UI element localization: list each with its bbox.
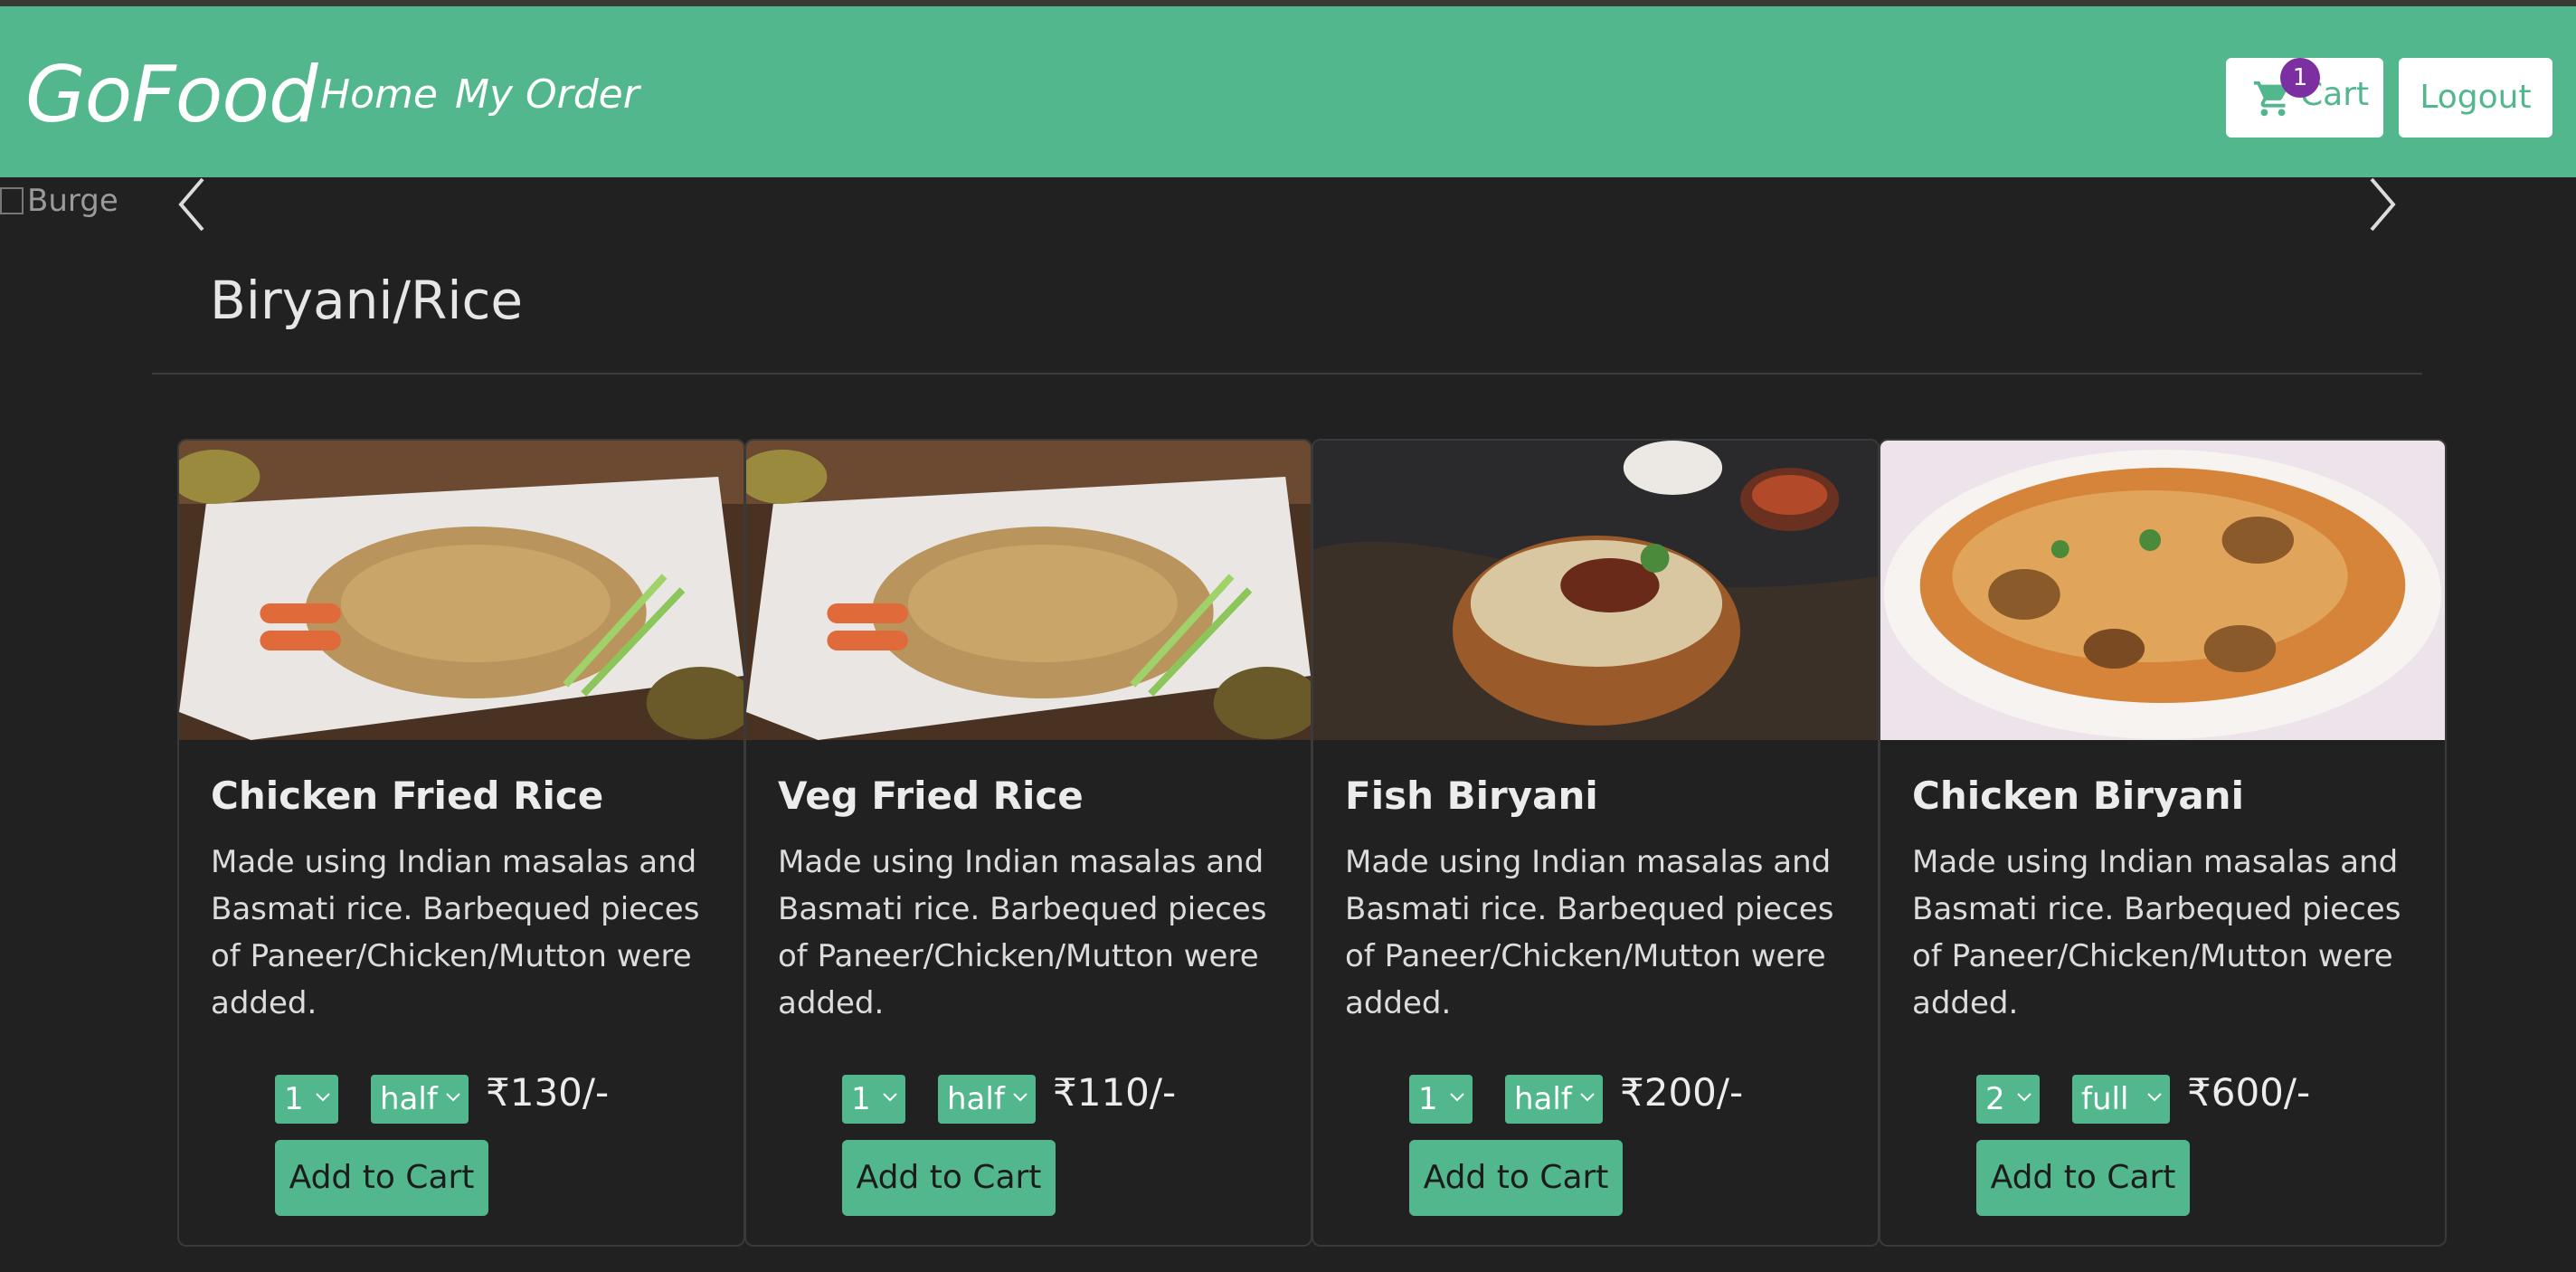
chevron-down-icon bbox=[2017, 1093, 2031, 1102]
quantity-value: 1 bbox=[1418, 1081, 1438, 1117]
quantity-value: 2 bbox=[1985, 1081, 2005, 1117]
cart-count-badge: 1 bbox=[2280, 58, 2320, 98]
food-card: Chicken Fried Rice Made using Indian mas… bbox=[177, 439, 745, 1247]
food-price: ₹110/- bbox=[1053, 1070, 1177, 1115]
navbar: GoFood Home My Order Cart 1 Logout bbox=[0, 6, 2576, 177]
chevron-down-icon bbox=[446, 1093, 460, 1102]
size-value: half bbox=[380, 1081, 438, 1117]
carousel-image-alt: Burge bbox=[27, 183, 118, 219]
food-image-fish-biryani bbox=[1313, 441, 1878, 740]
chevron-down-icon bbox=[316, 1093, 330, 1102]
add-to-cart-button[interactable]: Add to Cart bbox=[1409, 1140, 1623, 1216]
quantity-value: 1 bbox=[284, 1081, 304, 1117]
chevron-down-icon bbox=[1013, 1093, 1028, 1102]
food-name: Fish Biryani bbox=[1345, 774, 1598, 818]
quantity-select[interactable]: 1 bbox=[842, 1075, 905, 1124]
food-name: Chicken Biryani bbox=[1912, 774, 2244, 818]
size-value: full bbox=[2081, 1081, 2129, 1117]
chevron-left-icon[interactable] bbox=[168, 170, 217, 239]
nav-link-my-order[interactable]: My Order bbox=[455, 71, 639, 118]
category-title: Biryani/Rice bbox=[210, 270, 524, 331]
food-price: ₹200/- bbox=[1620, 1070, 1744, 1115]
food-description: Made using Indian masalas and Basmati ri… bbox=[211, 844, 700, 1021]
cart-button[interactable]: Cart 1 bbox=[2226, 58, 2383, 138]
size-select[interactable]: half bbox=[371, 1075, 469, 1124]
food-image-chicken-biryani bbox=[1880, 441, 2445, 740]
broken-image-icon bbox=[0, 187, 24, 214]
add-to-cart-button[interactable]: Add to Cart bbox=[275, 1140, 488, 1216]
food-name: Chicken Fried Rice bbox=[211, 774, 604, 818]
window-top-border bbox=[0, 0, 2576, 6]
food-image-chicken-fried-rice bbox=[179, 441, 743, 740]
food-card: Chicken Biryani Made using Indian masala… bbox=[1879, 439, 2447, 1247]
carousel-image-broken: Burge bbox=[0, 183, 118, 219]
food-card: Fish Biryani Made using Indian masalas a… bbox=[1312, 439, 1880, 1247]
size-select[interactable]: full bbox=[2072, 1075, 2170, 1124]
food-name: Veg Fried Rice bbox=[778, 774, 1084, 818]
chevron-down-icon bbox=[1580, 1093, 1595, 1102]
chevron-down-icon bbox=[2147, 1093, 2162, 1102]
quantity-select[interactable]: 1 bbox=[1409, 1075, 1473, 1124]
chevron-down-icon bbox=[883, 1093, 897, 1102]
food-card: Veg Fried Rice Made using Indian masalas… bbox=[744, 439, 1312, 1247]
add-to-cart-button[interactable]: Add to Cart bbox=[1976, 1140, 2190, 1216]
chevron-down-icon bbox=[1450, 1093, 1464, 1102]
size-value: half bbox=[947, 1081, 1005, 1117]
food-image-veg-fried-rice bbox=[746, 441, 1311, 740]
brand-logo[interactable]: GoFood bbox=[25, 50, 318, 140]
size-select[interactable]: half bbox=[938, 1075, 1036, 1124]
food-description: Made using Indian masalas and Basmati ri… bbox=[1912, 844, 2401, 1021]
food-price: ₹130/- bbox=[486, 1070, 610, 1115]
category-divider bbox=[152, 373, 2422, 375]
nav-link-home[interactable]: Home bbox=[320, 71, 438, 118]
chevron-right-icon[interactable] bbox=[2357, 170, 2406, 239]
food-description: Made using Indian masalas and Basmati ri… bbox=[778, 844, 1267, 1021]
food-description: Made using Indian masalas and Basmati ri… bbox=[1345, 844, 1834, 1021]
quantity-select[interactable]: 2 bbox=[1976, 1075, 2040, 1124]
size-select[interactable]: half bbox=[1505, 1075, 1603, 1124]
size-value: half bbox=[1514, 1081, 1572, 1117]
add-to-cart-button[interactable]: Add to Cart bbox=[842, 1140, 1056, 1216]
quantity-select[interactable]: 1 bbox=[275, 1075, 338, 1124]
food-price: ₹600/- bbox=[2187, 1070, 2311, 1115]
quantity-value: 1 bbox=[851, 1081, 871, 1117]
logout-button[interactable]: Logout bbox=[2399, 58, 2552, 138]
